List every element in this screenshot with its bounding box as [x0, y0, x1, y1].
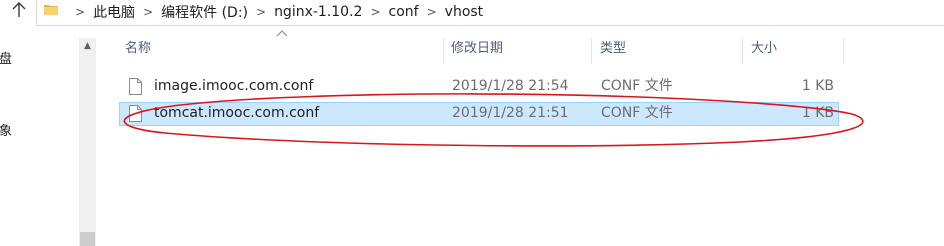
column-header-size[interactable]: 大小 [751, 37, 777, 63]
navigation-pane: 网盘 画 对象 ▲ [0, 26, 100, 246]
file-row-selected[interactable]: tomcat.imooc.com.conf 2019/1/28 21:51 CO… [119, 102, 839, 126]
column-divider[interactable] [742, 38, 743, 64]
chevron-right-icon[interactable]: > [75, 5, 85, 19]
column-header-type[interactable]: 类型 [600, 37, 626, 63]
file-type: CONF 文件 [601, 105, 673, 121]
column-header-date[interactable]: 修改日期 [451, 37, 503, 63]
address-bar[interactable]: > 此电脑 > 编程软件 (D:) > nginx-1.10.2 > conf … [36, 0, 944, 26]
nav-scrollbar[interactable]: ▲ [79, 38, 96, 246]
up-arrow-icon[interactable] [9, 2, 29, 22]
chevron-right-icon[interactable]: > [256, 5, 266, 19]
file-modified-date: 2019/1/28 21:54 [452, 78, 569, 94]
nav-item-netdisk[interactable]: 网盘 [0, 48, 28, 67]
nav-item-pictures[interactable]: 画 [0, 90, 28, 109]
file-name: tomcat.imooc.com.conf [154, 105, 320, 121]
file-modified-date: 2019/1/28 21:51 [452, 105, 569, 121]
folder-icon [44, 5, 58, 15]
file-size: 1 KB [801, 105, 834, 121]
breadcrumb-item-drive-d[interactable]: 编程软件 (D:) [161, 2, 248, 22]
breadcrumb-item-conf[interactable]: conf [389, 4, 419, 20]
column-divider[interactable] [443, 38, 444, 64]
file-icon [129, 78, 142, 95]
file-row[interactable]: image.imooc.com.conf 2019/1/28 21:54 CON… [119, 75, 839, 99]
file-name: image.imooc.com.conf [154, 78, 314, 94]
sort-ascending-icon [276, 30, 288, 37]
file-icon [129, 105, 142, 122]
breadcrumb: > 此电脑 > 编程软件 (D:) > nginx-1.10.2 > conf … [67, 0, 483, 24]
scroll-up-icon[interactable]: ▲ [79, 38, 96, 55]
scroll-thumb[interactable] [80, 232, 95, 246]
column-header-name[interactable]: 名称 [125, 37, 151, 63]
column-divider[interactable] [591, 38, 592, 64]
file-size: 1 KB [801, 78, 834, 94]
chevron-right-icon[interactable]: > [370, 5, 380, 19]
nav-item-objects[interactable]: 对象 [0, 120, 28, 139]
breadcrumb-item-nginx[interactable]: nginx-1.10.2 [274, 4, 362, 20]
file-type: CONF 文件 [601, 78, 673, 94]
chevron-right-icon[interactable]: > [427, 5, 437, 19]
breadcrumb-item-this-pc[interactable]: 此电脑 [93, 2, 135, 22]
address-toolbar: > 此电脑 > 编程软件 (D:) > nginx-1.10.2 > conf … [0, 0, 944, 26]
chevron-right-icon[interactable]: > [143, 5, 153, 19]
breadcrumb-item-vhost[interactable]: vhost [445, 4, 484, 20]
column-divider[interactable] [843, 38, 844, 64]
